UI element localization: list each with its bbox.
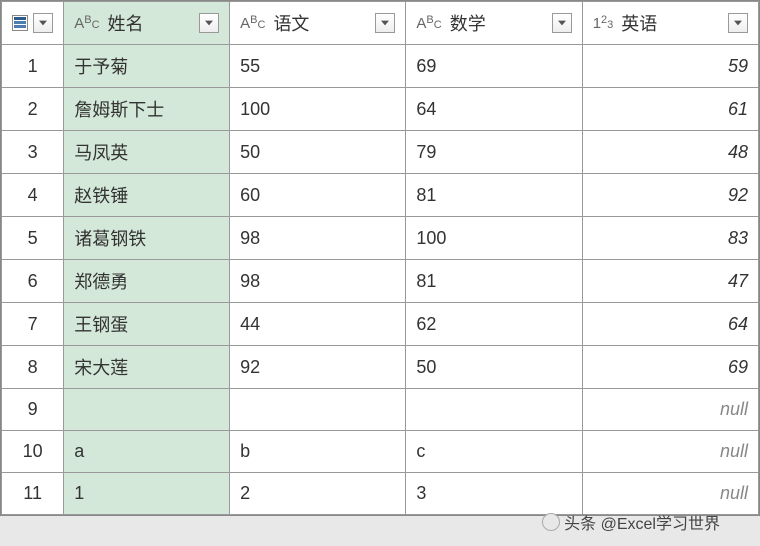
text-type-icon: ABC [74,15,99,32]
table-body: 1于予菊5569592詹姆斯下士10064613马凤英5079484赵铁锤608… [2,45,759,515]
cell-math[interactable]: 64 [406,88,582,131]
watermark-icon [542,513,560,531]
table-row[interactable]: 2詹姆斯下士1006461 [2,88,759,131]
cell-name[interactable]: 王钢蛋 [64,303,230,346]
table-row[interactable]: 1于予菊556959 [2,45,759,88]
cell-math[interactable]: 81 [406,260,582,303]
cell-chinese[interactable]: 98 [230,260,406,303]
table-row[interactable]: 4赵铁锤608192 [2,174,759,217]
cell-name[interactable]: 赵铁锤 [64,174,230,217]
data-table: ABC 姓名 ABC 语文 [0,0,760,516]
column-header-english[interactable]: 123 英语 [582,2,758,45]
cell-chinese[interactable]: 98 [230,217,406,260]
table-icon [12,15,28,31]
cell-math[interactable] [406,389,582,431]
cell-name[interactable]: 詹姆斯下士 [64,88,230,131]
table-row[interactable]: 9 null [2,389,759,431]
watermark: 头条 @Excel学习世界 [542,510,720,534]
row-number[interactable]: 7 [2,303,64,346]
cell-math[interactable]: 3 [406,473,582,515]
cell-english[interactable]: null [582,473,758,515]
watermark-text: 头条 @Excel学习世界 [564,510,720,534]
cell-name[interactable]: 1 [64,473,230,515]
cell-name[interactable]: 宋大莲 [64,346,230,389]
cell-chinese[interactable]: 100 [230,88,406,131]
cell-name[interactable]: 诸葛钢铁 [64,217,230,260]
row-number[interactable]: 8 [2,346,64,389]
cell-math[interactable]: 100 [406,217,582,260]
cell-math[interactable]: 79 [406,131,582,174]
filter-button[interactable] [199,13,219,33]
row-number[interactable]: 1 [2,45,64,88]
cell-name[interactable]: 马凤英 [64,131,230,174]
cell-chinese[interactable]: 60 [230,174,406,217]
header-row: ABC 姓名 ABC 语文 [2,2,759,45]
row-number[interactable]: 6 [2,260,64,303]
cell-math[interactable]: 62 [406,303,582,346]
table-row[interactable]: 6郑德勇988147 [2,260,759,303]
cell-math[interactable]: 69 [406,45,582,88]
cell-english[interactable]: null [582,431,758,473]
table-row[interactable]: 5诸葛钢铁9810083 [2,217,759,260]
row-number[interactable]: 11 [2,473,64,515]
cell-english[interactable]: null [582,389,758,431]
cell-name[interactable] [64,389,230,431]
column-header-name[interactable]: ABC 姓名 [64,2,230,45]
cell-chinese[interactable]: 2 [230,473,406,515]
table-row[interactable]: 11123null [2,473,759,515]
cell-math[interactable]: 81 [406,174,582,217]
cell-english[interactable]: 83 [582,217,758,260]
cell-math[interactable]: c [406,431,582,473]
filter-button[interactable] [375,13,395,33]
cell-chinese[interactable]: b [230,431,406,473]
column-header-chinese[interactable]: ABC 语文 [230,2,406,45]
cell-math[interactable]: 50 [406,346,582,389]
row-number[interactable]: 3 [2,131,64,174]
row-number[interactable]: 2 [2,88,64,131]
number-type-icon: 123 [593,15,614,32]
table-row[interactable]: 7王钢蛋446264 [2,303,759,346]
text-type-icon: ABC [416,15,441,32]
table-menu-button[interactable] [33,13,53,33]
cell-name[interactable]: 郑德勇 [64,260,230,303]
cell-english[interactable]: 47 [582,260,758,303]
row-number[interactable]: 4 [2,174,64,217]
cell-chinese[interactable]: 50 [230,131,406,174]
cell-name[interactable]: 于予菊 [64,45,230,88]
filter-button[interactable] [552,13,572,33]
cell-english[interactable]: 64 [582,303,758,346]
row-number[interactable]: 9 [2,389,64,431]
table-row[interactable]: 3马凤英507948 [2,131,759,174]
table-corner-cell[interactable] [2,2,64,45]
filter-button[interactable] [728,13,748,33]
cell-chinese[interactable]: 44 [230,303,406,346]
cell-english[interactable]: 59 [582,45,758,88]
cell-chinese[interactable]: 55 [230,45,406,88]
cell-english[interactable]: 48 [582,131,758,174]
table-row[interactable]: 10abcnull [2,431,759,473]
text-type-icon: ABC [240,15,265,32]
row-number[interactable]: 10 [2,431,64,473]
table-row[interactable]: 8宋大莲925069 [2,346,759,389]
row-number[interactable]: 5 [2,217,64,260]
cell-name[interactable]: a [64,431,230,473]
column-header-math[interactable]: ABC 数学 [406,2,582,45]
cell-english[interactable]: 61 [582,88,758,131]
cell-chinese[interactable]: 92 [230,346,406,389]
cell-english[interactable]: 69 [582,346,758,389]
cell-chinese[interactable] [230,389,406,431]
cell-english[interactable]: 92 [582,174,758,217]
